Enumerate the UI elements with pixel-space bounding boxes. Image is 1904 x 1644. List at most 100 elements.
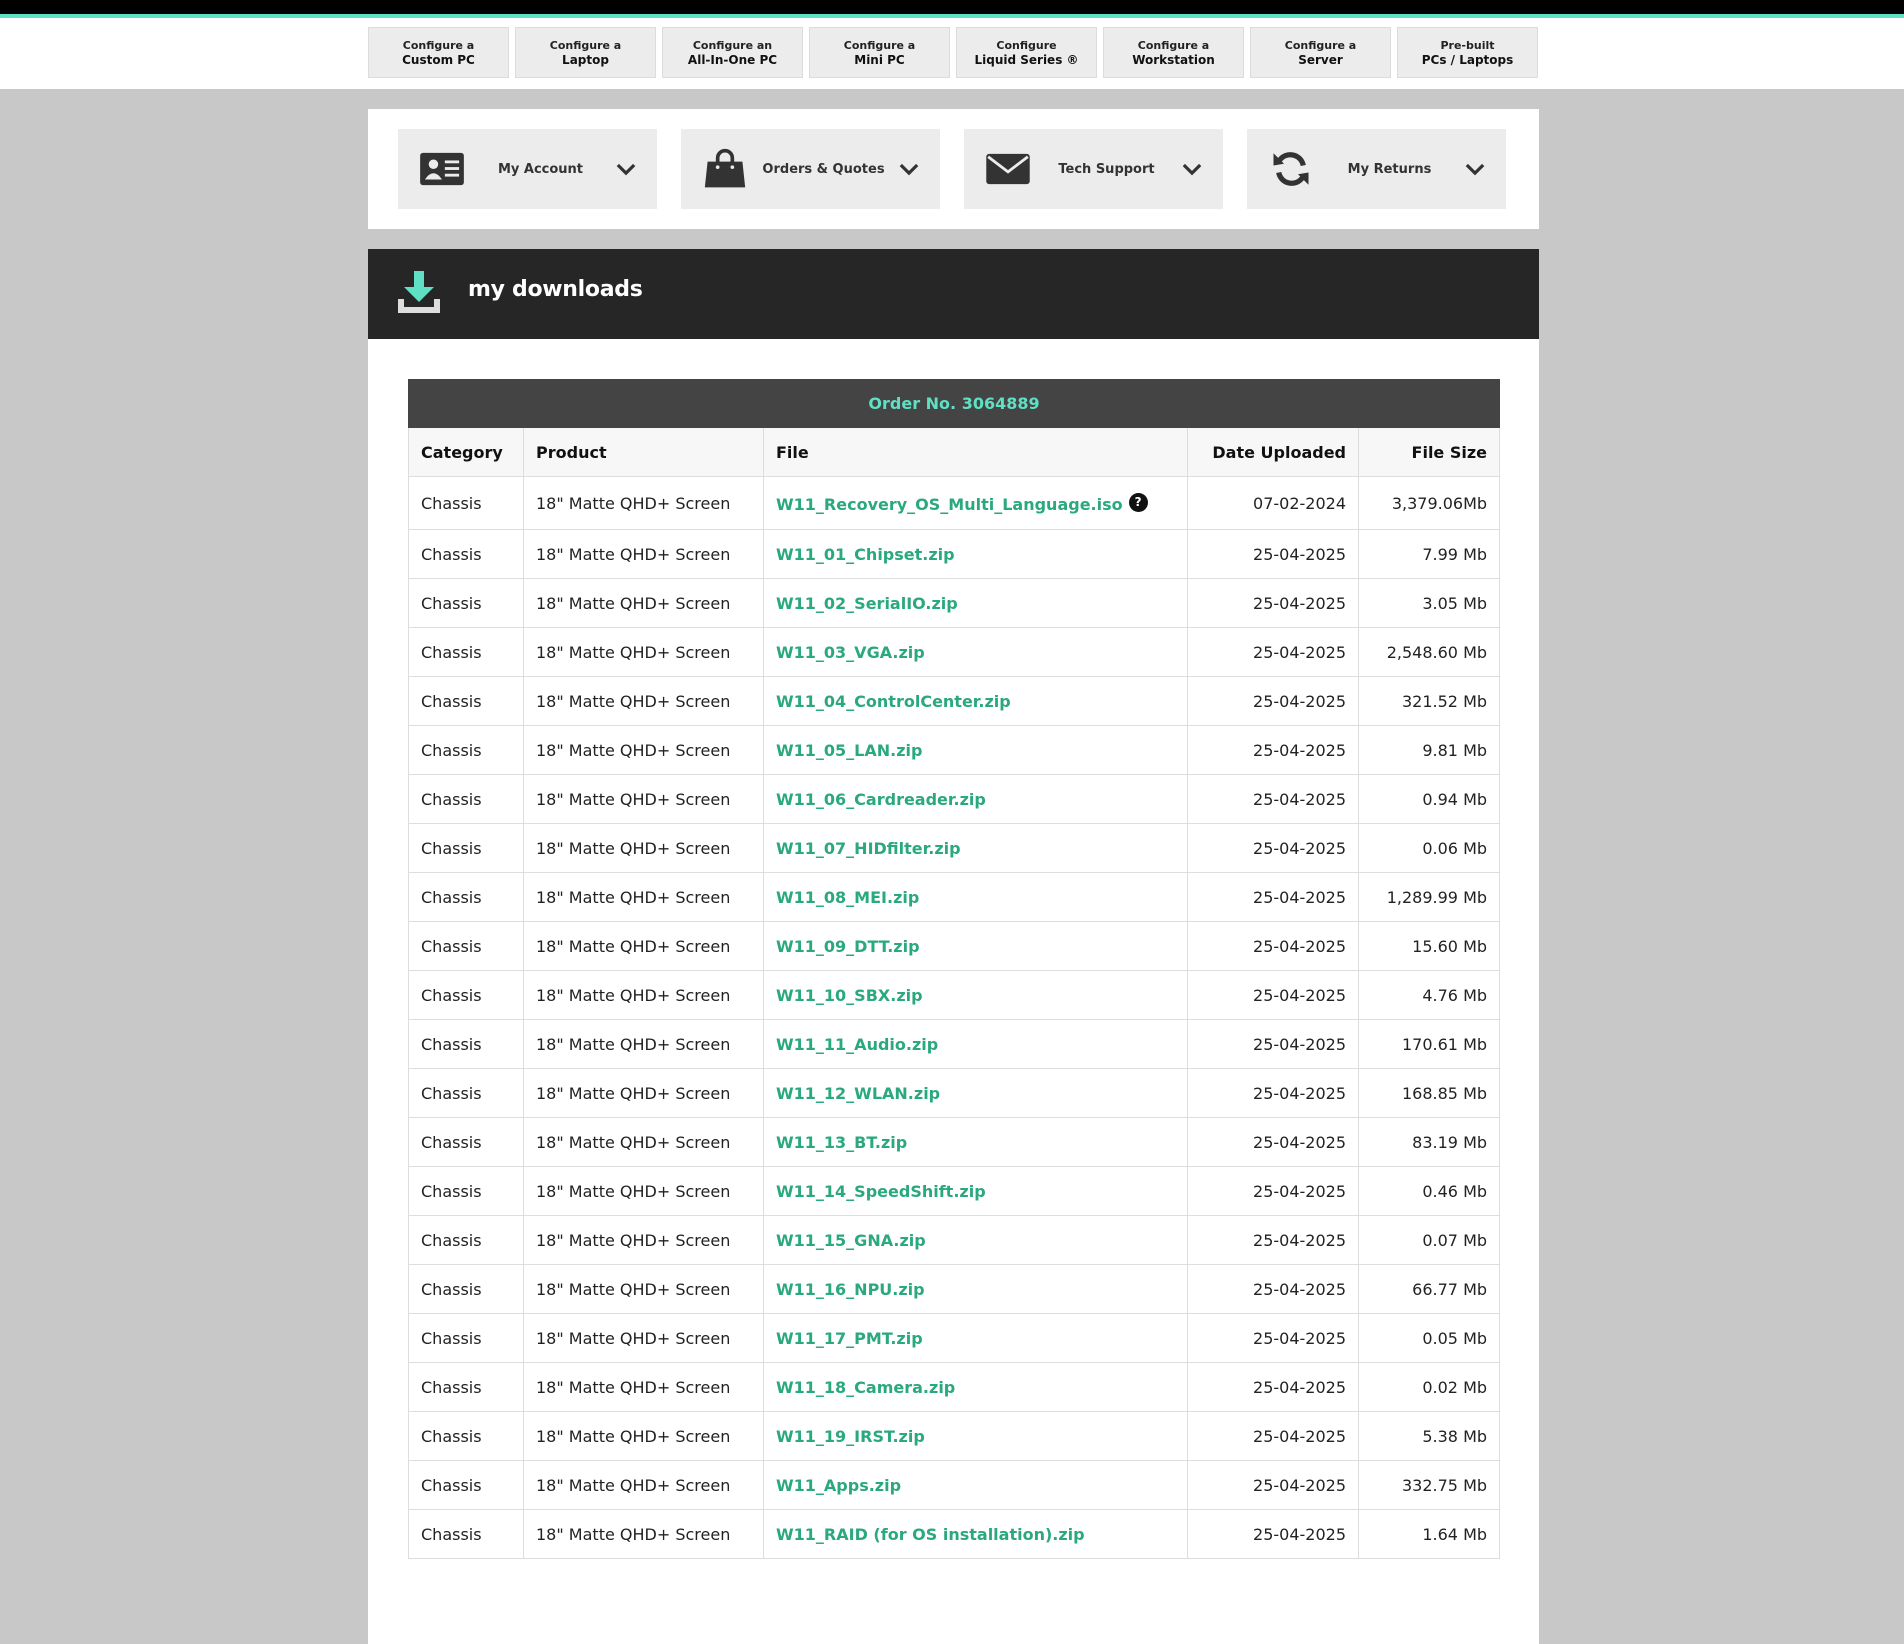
cell-category: Chassis (408, 1264, 524, 1314)
file-download-link[interactable]: W11_Recovery_OS_Multi_Language.iso (776, 495, 1123, 514)
table-row: Chassis 18" Matte QHD+ Screen W11_Apps.zip… (408, 1460, 1501, 1510)
cell-file: W11_19_IRST.zip (763, 1411, 1188, 1461)
cell-file: W11_14_SpeedShift.zip (763, 1166, 1188, 1216)
cell-file-size: 3,379.06Mb (1357, 476, 1501, 530)
cell-product: 18" Matte QHD+ Screen (523, 578, 764, 628)
cell-file: W11_18_Camera.zip (763, 1362, 1188, 1412)
cell-product: 18" Matte QHD+ Screen (523, 1411, 764, 1461)
account-tile-tech-support[interactable]: Tech Support (964, 129, 1223, 209)
file-download-link[interactable]: W11_08_MEI.zip (776, 888, 919, 907)
cell-category: Chassis (408, 1068, 524, 1118)
account-tile-my-account[interactable]: My Account (398, 129, 657, 209)
cell-date-uploaded: 25-04-2025 (1187, 1166, 1359, 1216)
nav-button-line2: Liquid Series ® (974, 52, 1079, 67)
cell-file-size: 4.76 Mb (1357, 970, 1501, 1020)
cell-category: Chassis (408, 725, 524, 775)
file-download-link[interactable]: W11_13_BT.zip (776, 1133, 907, 1152)
cell-date-uploaded: 25-04-2025 (1187, 872, 1359, 922)
file-download-link[interactable]: W11_03_VGA.zip (776, 643, 925, 662)
cell-product: 18" Matte QHD+ Screen (523, 921, 764, 971)
file-download-link[interactable]: W11_19_IRST.zip (776, 1427, 925, 1446)
nav-button-7[interactable]: Pre-built PCs / Laptops (1397, 27, 1538, 78)
nav-button-4[interactable]: Configure Liquid Series ® (956, 27, 1097, 78)
chevron-down-icon[interactable] (1464, 158, 1486, 180)
table-row: Chassis 18" Matte QHD+ Screen W11_05_LAN.z… (408, 725, 1501, 775)
column-header-date-uploaded: Date Uploaded (1187, 427, 1359, 477)
column-header-file-size: File Size (1357, 427, 1501, 477)
cell-date-uploaded: 25-04-2025 (1187, 823, 1359, 873)
cell-date-uploaded: 25-04-2025 (1187, 774, 1359, 824)
cell-product: 18" Matte QHD+ Screen (523, 1166, 764, 1216)
nav-button-1[interactable]: Configure a Laptop (515, 27, 656, 78)
file-download-link[interactable]: W11_18_Camera.zip (776, 1378, 955, 1397)
file-download-link[interactable]: W11_06_Cardreader.zip (776, 790, 986, 809)
nav-button-0[interactable]: Configure a Custom PC (368, 27, 509, 78)
file-download-link[interactable]: W11_01_Chipset.zip (776, 545, 955, 564)
id-card-icon (418, 149, 466, 189)
file-download-link[interactable]: W11_10_SBX.zip (776, 986, 923, 1005)
downloads-header: my downloads (368, 249, 1539, 339)
file-download-link[interactable]: W11_05_LAN.zip (776, 741, 922, 760)
table-row: Chassis 18" Matte QHD+ Screen W11_19_IRST.… (408, 1411, 1501, 1461)
file-download-link[interactable]: W11_11_Audio.zip (776, 1035, 938, 1054)
file-download-link[interactable]: W11_04_ControlCenter.zip (776, 692, 1011, 711)
file-download-link[interactable]: W11_17_PMT.zip (776, 1329, 923, 1348)
envelope-icon (984, 149, 1032, 189)
table-row: Chassis 18" Matte QHD+ Screen W11_16_NPU.z… (408, 1264, 1501, 1314)
cell-date-uploaded: 25-04-2025 (1187, 1460, 1359, 1510)
file-download-link[interactable]: W11_Apps.zip (776, 1476, 901, 1495)
nav-button-line1: Configure a (549, 38, 622, 52)
file-download-link[interactable]: W11_14_SpeedShift.zip (776, 1182, 986, 1201)
file-download-link[interactable]: W11_12_WLAN.zip (776, 1084, 940, 1103)
account-tile-label: My Returns (1347, 161, 1432, 177)
account-tile-my-returns[interactable]: My Returns (1247, 129, 1506, 209)
file-download-link[interactable]: W11_02_SerialIO.zip (776, 594, 958, 613)
table-row: Chassis 18" Matte QHD+ Screen W11_14_Speed… (408, 1166, 1501, 1216)
table-row: Chassis 18" Matte QHD+ Screen W11_04_Contr… (408, 676, 1501, 726)
column-header-category: Category (408, 427, 524, 477)
column-header-product: Product (523, 427, 764, 477)
cell-file-size: 15.60 Mb (1357, 921, 1501, 971)
chevron-down-icon[interactable] (615, 158, 637, 180)
cell-date-uploaded: 25-04-2025 (1187, 1509, 1359, 1559)
file-download-link[interactable]: W11_16_NPU.zip (776, 1280, 925, 1299)
nav-button-5[interactable]: Configure a Workstation (1103, 27, 1244, 78)
account-tile-orders-quotes[interactable]: Orders & Quotes (681, 129, 940, 209)
cell-file: W11_16_NPU.zip (763, 1264, 1188, 1314)
refresh-icon (1267, 149, 1315, 189)
order-number-heading: Order No. 3064889 (407, 379, 1501, 428)
cell-file: W11_13_BT.zip (763, 1117, 1188, 1167)
nav-button-line2: Mini PC (854, 52, 905, 67)
chevron-down-icon[interactable] (898, 158, 920, 180)
file-download-link[interactable]: W11_RAID (for OS installation).zip (776, 1525, 1085, 1544)
cell-category: Chassis (408, 921, 524, 971)
cell-file-size: 3.05 Mb (1357, 578, 1501, 628)
cell-category: Chassis (408, 970, 524, 1020)
account-tile-label: Tech Support (1058, 161, 1155, 177)
nav-button-line2: Custom PC (402, 52, 475, 67)
nav-button-3[interactable]: Configure a Mini PC (809, 27, 950, 78)
table-row: Chassis 18" Matte QHD+ Screen W11_12_WLAN.… (408, 1068, 1501, 1118)
cell-category: Chassis (408, 1313, 524, 1363)
file-download-link[interactable]: W11_07_HIDfilter.zip (776, 839, 961, 858)
table-row: Chassis 18" Matte QHD+ Screen W11_03_VGA.z… (408, 627, 1501, 677)
column-header-file: File (763, 427, 1188, 477)
nav-button-2[interactable]: Configure an All-In-One PC (662, 27, 803, 78)
nav-button-6[interactable]: Configure a Server (1250, 27, 1391, 78)
cell-category: Chassis (408, 578, 524, 628)
configure-nav: Configure a Custom PC Configure a Laptop Con… (368, 27, 1538, 78)
cell-file: W11_Apps.zip (763, 1460, 1188, 1510)
cell-file: W11_RAID (for OS installation).zip (763, 1509, 1188, 1559)
cell-category: Chassis (408, 872, 524, 922)
nav-button-line2: All-In-One PC (687, 52, 778, 67)
file-download-link[interactable]: W11_15_GNA.zip (776, 1231, 926, 1250)
help-icon[interactable]: ? (1128, 492, 1148, 512)
cell-product: 18" Matte QHD+ Screen (523, 676, 764, 726)
file-download-link[interactable]: W11_09_DTT.zip (776, 937, 920, 956)
cell-file-size: 0.06 Mb (1357, 823, 1501, 873)
cell-file-size: 0.02 Mb (1357, 1362, 1501, 1412)
table-row: Chassis 18" Matte QHD+ Screen W11_Recovery… (408, 476, 1501, 530)
cell-category: Chassis (408, 1460, 524, 1510)
nav-button-line1: Pre-built (1440, 38, 1495, 52)
chevron-down-icon[interactable] (1181, 158, 1203, 180)
